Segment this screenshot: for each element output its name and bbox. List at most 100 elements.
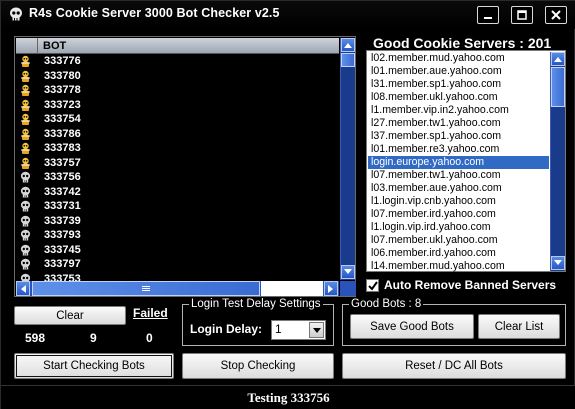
clear-list-button[interactable]: Clear List [478, 314, 560, 339]
server-scroll-down-button[interactable] [551, 256, 565, 270]
server-list-item[interactable]: l02.member.mud.yahoo.com [368, 52, 549, 65]
arrow-down-icon [554, 260, 562, 265]
start-checking-button[interactable]: Start Checking Bots [14, 353, 174, 379]
clear-button[interactable]: Clear [14, 306, 126, 325]
reset-all-bots-button[interactable]: Reset / DC All Bots [342, 353, 566, 379]
server-list-item[interactable]: l27.member.tw1.yahoo.com [368, 117, 549, 130]
server-list-item[interactable]: l07.member.ird.yahoo.com [368, 208, 549, 221]
bot-row[interactable]: 333757 [16, 157, 339, 170]
bot-id: 333776 [44, 55, 81, 67]
bot-row[interactable]: 333797 [16, 258, 339, 271]
server-list-item[interactable]: l14.member.mud.yahoo.com [368, 260, 549, 273]
server-list[interactable]: l02.member.mud.yahoo.com l01.member.aue.y… [366, 50, 566, 272]
scroll-thumb[interactable] [341, 53, 355, 67]
server-list-item[interactable]: l06.member.ird.yahoo.com [368, 247, 549, 260]
scroll-up-button[interactable] [341, 38, 355, 52]
server-list-item[interactable]: l31.member.sp1.yahoo.com [368, 78, 549, 91]
skull-icon [19, 229, 32, 242]
server-list-item[interactable]: l01.member.re3.yahoo.com [368, 143, 549, 156]
server-list-item[interactable]: l01.member.aue.yahoo.com [368, 65, 549, 78]
bot-id: 333739 [44, 214, 81, 227]
bot-id: 333742 [44, 185, 81, 198]
server-list-item[interactable]: l07.member.ukl.yahoo.com [368, 234, 549, 247]
auto-remove-checkbox[interactable] [366, 279, 379, 292]
bot-id: 333786 [44, 127, 81, 140]
count-good: 9 [90, 331, 97, 345]
good-bots-title: Good Bots : 8 [349, 298, 424, 310]
bot-row[interactable]: 333731 [16, 200, 339, 213]
server-list-item[interactable]: l1.login.vip.cnb.yahoo.com [368, 195, 549, 208]
status-text: Testing 333756 [247, 390, 330, 405]
close-button[interactable] [545, 6, 567, 24]
bot-list-horizontal-scrollbar[interactable] [16, 281, 356, 296]
bot-icon [19, 142, 32, 155]
scroll-right-button[interactable] [324, 281, 338, 296]
bot-list[interactable]: BOT 333776 333780 333778 333723 333754 333786… [14, 36, 356, 297]
minimize-icon [484, 17, 492, 19]
bot-id: 333754 [44, 113, 81, 125]
horizontal-scroll-thumb[interactable] [32, 281, 260, 296]
title-bar[interactable]: R4s Cookie Server 3000 Bot Checker v2.5 [1, 1, 575, 29]
server-list-item[interactable]: l37.member.sp1.yahoo.com [368, 130, 549, 143]
bot-row[interactable]: 333783 [16, 142, 339, 155]
save-good-bots-button[interactable]: Save Good Bots [350, 314, 474, 339]
icon-column-header[interactable] [16, 38, 38, 54]
server-list-item[interactable]: l07.member.tw1.yahoo.com [368, 169, 549, 182]
skull-icon [19, 200, 32, 213]
server-list-scrollbar[interactable] [550, 52, 565, 271]
bot-row[interactable]: 333786 [16, 128, 339, 141]
auto-remove-checkbox-row[interactable]: Auto Remove Banned Servers [365, 277, 569, 295]
server-list-item[interactable]: l1.login.vip.ird.yahoo.com [368, 221, 549, 234]
bot-column-header[interactable]: BOT [39, 38, 339, 54]
bot-row[interactable]: 333742 [16, 186, 339, 199]
bot-row[interactable]: 333778 [16, 84, 339, 97]
bot-icon [19, 157, 32, 170]
dropdown-button[interactable] [309, 322, 324, 338]
arrow-down-icon [344, 269, 352, 274]
delay-settings-title: Login Test Delay Settings [189, 298, 323, 310]
bot-row[interactable]: 333723 [16, 99, 339, 112]
bot-id: 333723 [44, 98, 81, 111]
good-servers-title: Good Cookie Servers : 201 [373, 35, 552, 51]
main-window: R4s Cookie Server 3000 Bot Checker v2.5 … [0, 0, 575, 409]
bot-row[interactable]: 333739 [16, 215, 339, 228]
server-list-item[interactable]: l03.member.aue.yahoo.com [368, 182, 549, 195]
server-list-item[interactable]: l08.member.ukl.yahoo.com [368, 91, 549, 104]
bot-icon [19, 113, 32, 126]
bot-icon [19, 84, 32, 97]
scroll-down-button[interactable] [341, 265, 355, 279]
bot-row[interactable]: 333754 [16, 113, 339, 126]
bot-row[interactable]: 333776 [16, 55, 339, 68]
grip-icon [142, 286, 150, 291]
bot-row[interactable]: 333756 [16, 171, 339, 184]
status-bar: Testing 333756 [1, 385, 575, 409]
skull-icon [10, 7, 22, 21]
login-delay-select[interactable]: 1 [271, 320, 326, 340]
arrow-up-icon [554, 57, 562, 62]
delay-settings-group: Login Test Delay Settings Login Delay: 1 [182, 298, 334, 346]
server-list-item[interactable]: login.europe.yahoo.com [368, 156, 549, 169]
bot-row[interactable]: 333793 [16, 229, 339, 242]
restore-icon [517, 10, 527, 20]
restore-button[interactable] [511, 6, 533, 24]
server-list-item[interactable]: l1.member.vip.in2.yahoo.com [368, 104, 549, 117]
bot-id: 333757 [44, 156, 81, 169]
bot-icon [19, 99, 32, 112]
skull-icon [19, 186, 32, 199]
bot-row[interactable]: 333745 [16, 244, 339, 257]
bot-id: 333783 [44, 142, 81, 154]
minimize-button[interactable] [477, 6, 499, 24]
scroll-track[interactable] [261, 281, 323, 296]
arrow-right-icon [328, 284, 333, 293]
stop-checking-button[interactable]: Stop Checking [182, 353, 334, 379]
server-scroll-up-button[interactable] [551, 52, 565, 66]
server-scroll-thumb[interactable] [551, 67, 565, 107]
bot-icon [19, 128, 32, 141]
bot-row[interactable]: 333780 [16, 70, 339, 83]
login-delay-value: 1 [275, 322, 282, 336]
bot-list-vertical-scrollbar[interactable] [340, 38, 355, 280]
good-bots-group: Good Bots : 8 Save Good Bots Clear List [342, 298, 566, 346]
failed-label: Failed [133, 306, 168, 320]
bot-id: 333780 [44, 69, 81, 82]
scroll-left-button[interactable] [16, 281, 30, 296]
